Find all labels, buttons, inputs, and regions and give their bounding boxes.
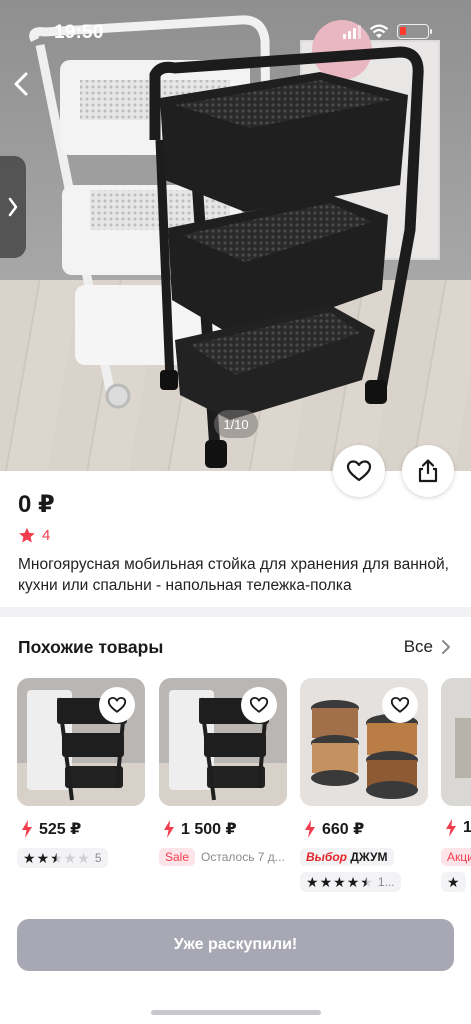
brand-badge: Выбор ДЖУМ [300, 848, 394, 866]
similar-section-title: Похожие товары [18, 637, 164, 657]
see-all-label: Все [403, 637, 433, 656]
signal-icon [343, 24, 361, 39]
star-icon: ★ [306, 873, 319, 890]
heart-icon [249, 696, 269, 713]
star-icon: ★ [333, 873, 346, 890]
product-card[interactable]: 1 Акци ★ [441, 678, 471, 892]
star-icon: ★ [447, 873, 460, 890]
back-button[interactable] [6, 66, 38, 102]
product-card-image [300, 678, 428, 806]
rating-value: 4 [42, 527, 51, 544]
section-divider [0, 607, 471, 617]
star-icon: ★ [346, 873, 360, 890]
star-icon: ★ [36, 849, 50, 866]
see-all-link[interactable]: Все [404, 637, 451, 657]
lightning-icon [22, 820, 32, 838]
product-card-image [441, 678, 471, 806]
status-time: 19:50 [54, 22, 104, 43]
star-icon: ★ [77, 849, 90, 866]
similar-products-carousel[interactable]: 525 ₽ ★ ★ ★ ★ ★ 5 1 500 ₽ Sale Осталось … [17, 678, 471, 908]
star-icon: ★ [63, 849, 77, 866]
product-image-gallery[interactable]: 19:50 1/10 [0, 0, 471, 471]
battery-icon [397, 24, 432, 39]
promo-badge: Акци [441, 848, 471, 866]
card-brand: Выбор ДЖУМ [300, 848, 394, 866]
card-favorite-button[interactable] [382, 687, 418, 723]
product-rating[interactable]: 4 [18, 527, 50, 544]
product-card[interactable]: 1 500 ₽ Sale Осталось 7 д... [159, 678, 287, 866]
card-tags: Sale Осталось 7 д... [159, 848, 285, 866]
image-counter: 1/10 [214, 410, 258, 438]
lightning-icon [164, 820, 174, 838]
product-card-image [159, 678, 287, 806]
card-rating: ★ [441, 872, 466, 892]
star-icon: ★ [319, 873, 333, 890]
share-button[interactable] [402, 445, 454, 497]
card-price: 1 500 ₽ [163, 819, 237, 839]
card-tags: Акци [441, 848, 471, 866]
home-indicator [151, 1010, 321, 1015]
product-card[interactable]: 660 ₽ Выбор ДЖУМ ★ ★ ★ ★ ★ 1... [300, 678, 428, 892]
lightning-icon [305, 820, 315, 838]
product-price: 0 ₽ [18, 491, 55, 518]
product-card-image [17, 678, 145, 806]
rating-stars: ★ ★ ★ ★ ★ 1... [300, 872, 401, 892]
card-price: 525 ₽ [21, 819, 81, 839]
star-icon [19, 527, 35, 543]
wifi-icon [369, 24, 389, 38]
review-count: 1... [377, 875, 395, 889]
card-price: 1 [445, 819, 471, 837]
rating-stars: ★ ★ ★ ★ ★ 5 [17, 848, 108, 868]
card-price: 660 ₽ [304, 819, 364, 839]
status-icons [343, 24, 432, 39]
star-half-icon: ★ [50, 849, 63, 866]
chevron-left-icon [14, 72, 28, 96]
card-rating: ★ ★ ★ ★ ★ 5 [17, 848, 108, 868]
chevron-right-icon [8, 197, 18, 217]
rating-stars: ★ [441, 872, 466, 892]
share-icon [418, 459, 438, 483]
star-half-icon: ★ [360, 873, 373, 890]
sold-out-button[interactable]: Уже раскупили! [17, 919, 454, 971]
heart-icon [107, 696, 127, 713]
card-favorite-button[interactable] [241, 687, 277, 723]
heart-icon [390, 696, 410, 713]
gallery-side-tab[interactable] [0, 156, 26, 258]
stock-text: Осталось 7 д... [201, 850, 285, 864]
review-count: 5 [94, 851, 102, 865]
sale-badge: Sale [159, 848, 196, 866]
favorite-button[interactable] [333, 445, 385, 497]
card-favorite-button[interactable] [99, 687, 135, 723]
chevron-right-icon [442, 640, 450, 654]
star-icon: ★ [23, 849, 36, 866]
product-card[interactable]: 525 ₽ ★ ★ ★ ★ ★ 5 [17, 678, 145, 868]
product-photo [29, 15, 424, 468]
lightning-icon [446, 819, 456, 837]
card-rating: ★ ★ ★ ★ ★ 1... [300, 872, 401, 892]
product-title: Многоярусная мобильная стойка для хранен… [18, 556, 449, 594]
heart-icon [346, 460, 372, 482]
